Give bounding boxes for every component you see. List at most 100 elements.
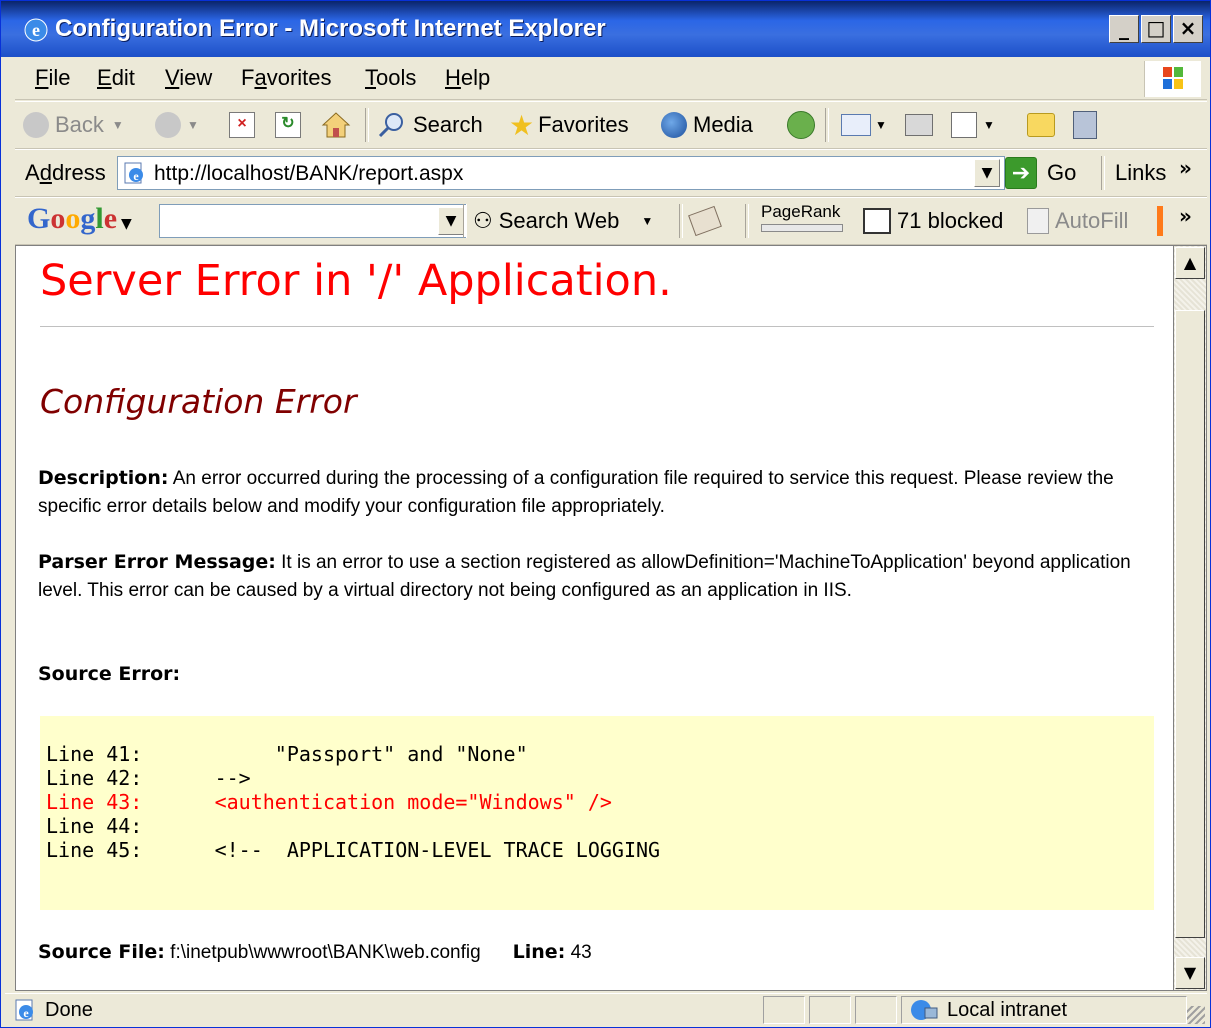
description: Description: An error occurred during th… xyxy=(38,464,1148,521)
pagerank-indicator[interactable]: PageRank xyxy=(761,202,843,232)
title-bar[interactable]: e Configuration Error - Microsoft Intern… xyxy=(1,1,1210,57)
toolbar-separator xyxy=(1101,156,1105,190)
dropdown-arrow-icon: ▼ xyxy=(111,118,124,132)
go-button[interactable]: ➔ Go xyxy=(1005,156,1076,190)
news-button[interactable] xyxy=(688,205,722,237)
menu-help[interactable]: Help xyxy=(445,65,490,91)
back-button[interactable]: Back ▼ xyxy=(23,110,124,140)
windows-flag-icon xyxy=(1163,67,1183,89)
dropdown-arrow-icon: ▼ xyxy=(187,118,199,132)
svg-text:e: e xyxy=(133,169,139,183)
toolbar-separator xyxy=(463,204,467,238)
maximize-button[interactable]: □ xyxy=(1141,15,1171,43)
source-error-label: Source Error: xyxy=(38,663,181,685)
source-file-label: Source File: xyxy=(38,941,165,963)
svg-text:e: e xyxy=(23,1006,29,1020)
links-button[interactable]: Links xyxy=(1115,160,1166,186)
zone-label: Local intranet xyxy=(947,998,1068,1021)
media-label: Media xyxy=(693,112,753,137)
toolbar-separator xyxy=(365,108,369,142)
popup-blocker-button[interactable]: 71 blocked xyxy=(863,206,1003,236)
menu-bar: File Edit View Favorites Tools Help xyxy=(15,59,1207,100)
favorites-button[interactable]: ★ Favorites xyxy=(509,109,629,141)
go-arrow-icon: ➔ xyxy=(1005,157,1037,189)
error-title: Configuration Error xyxy=(40,382,357,421)
minimize-button[interactable]: _ xyxy=(1109,15,1139,43)
search-label: Search xyxy=(413,112,483,137)
favorites-label: Favorites xyxy=(538,112,629,137)
address-toolbar: Address e http://localhost/BANK/report.a… xyxy=(15,149,1207,197)
dropdown-arrow-icon: ▼ xyxy=(121,216,132,232)
pagerank-bar xyxy=(761,224,843,232)
resize-grip[interactable] xyxy=(1187,1006,1205,1024)
address-input[interactable]: e http://localhost/BANK/report.aspx ▼ xyxy=(117,156,1005,190)
binoculars-icon: ⚇ xyxy=(473,208,493,233)
address-dropdown-button[interactable]: ▼ xyxy=(974,159,1000,187)
browser-window: e Configuration Error - Microsoft Intern… xyxy=(0,0,1211,1028)
discuss-icon xyxy=(1027,113,1055,137)
status-cell xyxy=(855,996,897,1024)
toolbar-separator xyxy=(745,204,749,238)
autofill-icon xyxy=(1027,208,1049,234)
star-icon: ★ xyxy=(509,109,535,141)
standard-toolbar: Back ▼ ▼ × ↻ Search ★ Favorites Media ▼ … xyxy=(15,101,1207,149)
print-button[interactable] xyxy=(905,110,933,140)
edit-button[interactable]: ▼ xyxy=(951,110,995,140)
autofill-button[interactable]: AutoFill xyxy=(1027,206,1128,236)
history-icon xyxy=(787,111,815,139)
messenger-button[interactable] xyxy=(1073,110,1097,140)
code-line-error: Line 43: <authentication mode="Windows" … xyxy=(46,790,612,814)
menu-view[interactable]: View xyxy=(165,65,212,91)
refresh-button[interactable]: ↻ xyxy=(275,110,301,140)
description-text: An error occurred during the processing … xyxy=(38,468,1114,517)
google-search-dropdown-button[interactable]: ▼ xyxy=(438,207,464,235)
parser-error: Parser Error Message: It is an error to … xyxy=(38,548,1148,605)
vertical-scrollbar[interactable]: ▲ ▼ xyxy=(1173,245,1207,991)
google-toolbar-chevron-icon[interactable]: » xyxy=(1179,204,1192,228)
media-button[interactable]: Media xyxy=(661,110,753,140)
blocked-count-label: 71 blocked xyxy=(897,208,1004,233)
media-icon xyxy=(661,112,687,138)
forward-button[interactable]: ▼ xyxy=(155,110,199,140)
discuss-button[interactable] xyxy=(1027,110,1055,140)
menu-edit[interactable]: Edit xyxy=(97,65,135,91)
close-button[interactable]: × xyxy=(1173,15,1203,43)
forward-arrow-icon xyxy=(155,112,181,138)
toolbar-separator xyxy=(825,108,829,142)
page-icon: e xyxy=(124,162,143,184)
stop-button[interactable]: × xyxy=(229,110,255,140)
dropdown-arrow-icon: ▼ xyxy=(983,118,995,132)
menu-tools[interactable]: Tools xyxy=(365,65,416,91)
dropdown-arrow-icon: ▼ xyxy=(641,214,654,228)
scroll-down-button[interactable]: ▼ xyxy=(1175,957,1205,989)
search-web-button[interactable]: ⚇ Search Web ▼ xyxy=(473,206,653,236)
status-label: Done xyxy=(45,998,93,1021)
page-edit-icon xyxy=(951,112,977,138)
printer-icon xyxy=(905,114,933,136)
code-line: Line 44: xyxy=(46,814,143,838)
google-logo[interactable]: Google ▼ xyxy=(27,202,132,236)
stop-icon: × xyxy=(229,112,255,138)
go-label: Go xyxy=(1047,160,1077,185)
links-chevron-icon[interactable]: » xyxy=(1179,156,1192,180)
google-search-input[interactable]: ▼ xyxy=(159,204,467,238)
home-button[interactable] xyxy=(321,110,351,140)
status-bar: e Done Local intranet xyxy=(5,993,1207,1026)
status-text: e Done xyxy=(13,998,93,1022)
mail-button[interactable]: ▼ xyxy=(841,110,887,140)
parser-error-label: Parser Error Message: xyxy=(38,551,276,573)
mail-icon xyxy=(841,114,871,136)
scroll-up-button[interactable]: ▲ xyxy=(1175,247,1205,279)
menu-favorites[interactable]: Favorites xyxy=(241,65,332,91)
history-button[interactable] xyxy=(787,110,821,140)
scrollbar-thumb[interactable] xyxy=(1175,310,1205,938)
ie-logo-icon: e xyxy=(24,18,48,42)
home-icon xyxy=(321,112,351,138)
toolbar-separator xyxy=(679,204,683,238)
menu-file[interactable]: File xyxy=(35,65,70,91)
code-line: Line 45: <!-- APPLICATION-LEVEL TRACE LO… xyxy=(46,838,661,862)
line-value: 43 xyxy=(565,942,592,963)
search-button[interactable]: Search xyxy=(377,110,483,140)
refresh-icon: ↻ xyxy=(275,112,301,138)
security-zone[interactable]: Local intranet xyxy=(907,998,1067,1022)
